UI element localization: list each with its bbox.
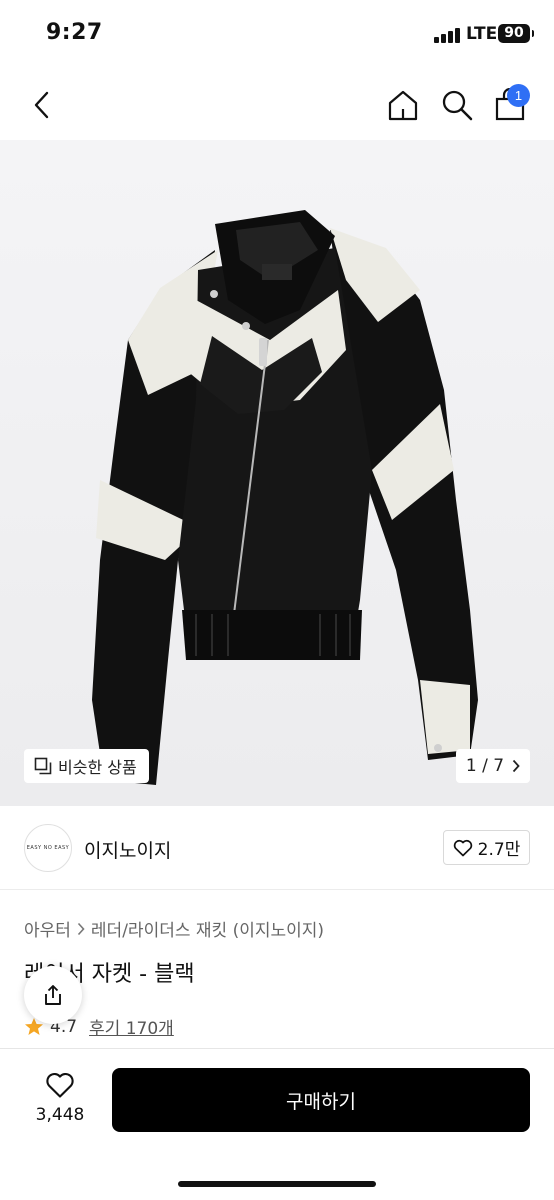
product-image	[92, 210, 478, 785]
brand-row: EASY NO EASY 이지노이지 2.7만	[0, 806, 554, 890]
image-page-indicator[interactable]: 1 / 7	[456, 749, 530, 783]
wishlist-count: 3,448	[35, 1105, 85, 1125]
heart-icon	[46, 1072, 74, 1098]
bottom-purchase-bar: 3,448 구매하기	[0, 1048, 554, 1200]
home-indicator	[178, 1181, 376, 1187]
brand-logo-text: EASY NO EASY	[26, 845, 70, 851]
status-bar: 9:27 LTE 90	[0, 0, 554, 70]
network-label: LTE	[466, 24, 498, 44]
breadcrumb: 아우터 레더/라이더스 재킷 (이지노이지)	[24, 916, 324, 941]
brand-name[interactable]: 이지노이지	[84, 836, 171, 863]
product-image-gallery[interactable]	[0, 140, 554, 806]
similar-products-button[interactable]: 비슷한 상품	[24, 749, 149, 783]
search-icon[interactable]	[440, 88, 474, 122]
chevron-right-icon	[77, 922, 85, 936]
home-icon[interactable]	[386, 88, 420, 122]
share-icon	[45, 985, 61, 1005]
heart-icon	[453, 839, 472, 856]
brand-like-count: 2.7만	[477, 840, 521, 860]
buy-button[interactable]: 구매하기	[112, 1068, 530, 1132]
signal-icon	[434, 27, 462, 43]
top-nav	[0, 70, 554, 140]
share-button[interactable]	[24, 966, 82, 1024]
chevron-right-icon	[512, 759, 520, 773]
brand-logo[interactable]: EASY NO EASY	[24, 824, 72, 872]
battery-icon: 90	[498, 24, 534, 43]
copy-icon	[34, 757, 52, 775]
wishlist-button[interactable]: 3,448	[30, 1071, 90, 1125]
page-indicator-text: 1 / 7	[465, 756, 505, 776]
cart-badge: 1	[507, 84, 530, 107]
similar-products-label: 비슷한 상품	[58, 758, 137, 777]
brand-like-button[interactable]: 2.7만	[443, 830, 530, 865]
breadcrumb-subcategory[interactable]: 레더/라이더스 재킷 (이지노이지)	[91, 916, 324, 941]
breadcrumb-category[interactable]: 아우터	[24, 916, 71, 941]
back-icon[interactable]	[30, 90, 54, 120]
status-time: 9:27	[46, 20, 103, 45]
reviews-link[interactable]: 후기 170개	[89, 1014, 174, 1039]
